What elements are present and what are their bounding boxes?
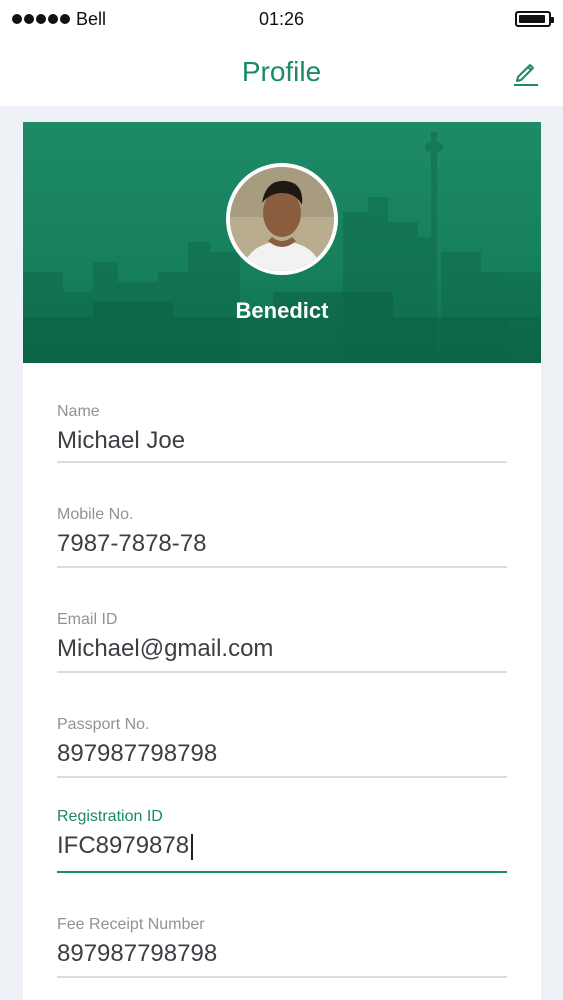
name-field[interactable]: Name Michael Joe xyxy=(57,403,507,463)
field-value: Michael Joe xyxy=(57,427,186,454)
avatar-photo xyxy=(230,167,334,271)
nav-bar: Profile xyxy=(0,38,563,106)
field-value: 7987-7878-78 xyxy=(57,530,207,557)
profile-display-name: Benedict xyxy=(235,298,329,323)
profile-banner: Benedict xyxy=(23,122,541,363)
field-label: Name xyxy=(57,403,100,420)
carrier-label: Bell xyxy=(76,8,107,29)
field-value: Michael@gmail.com xyxy=(57,635,274,662)
registration-id-field[interactable]: Registration ID IFC8979878 xyxy=(57,808,507,873)
mobile-field[interactable]: Mobile No. 7987-7878-78 xyxy=(57,506,507,568)
field-label: Email ID xyxy=(57,611,118,628)
field-value: 897987798798 xyxy=(57,740,218,767)
pencil-edit-icon xyxy=(514,64,538,86)
field-label: Passport No. xyxy=(57,716,150,733)
passport-field[interactable]: Passport No. 897987798798 xyxy=(57,716,507,778)
page-title: Profile xyxy=(241,56,322,87)
email-field[interactable]: Email ID Michael@gmail.com xyxy=(57,611,507,673)
battery-icon xyxy=(515,11,554,27)
profile-card: Benedict Name Michael Joe Mobile No. 798… xyxy=(23,122,541,1000)
field-value: IFC8979878 xyxy=(57,832,190,859)
field-value: 897987798798 xyxy=(57,940,218,967)
status-left: Bell xyxy=(12,9,106,30)
field-label: Fee Receipt Number xyxy=(57,916,205,933)
edit-button[interactable] xyxy=(507,54,543,90)
status-bar: Bell 01:26 xyxy=(0,0,563,38)
field-label: Mobile No. xyxy=(57,506,134,523)
avatar[interactable] xyxy=(226,163,338,275)
fee-receipt-field[interactable]: Fee Receipt Number 897987798798 xyxy=(57,916,507,978)
signal-strength-icon xyxy=(12,14,70,24)
field-label: Registration ID xyxy=(57,808,163,825)
field-value-wrap: IFC8979878 xyxy=(57,830,507,862)
text-cursor xyxy=(191,833,194,860)
